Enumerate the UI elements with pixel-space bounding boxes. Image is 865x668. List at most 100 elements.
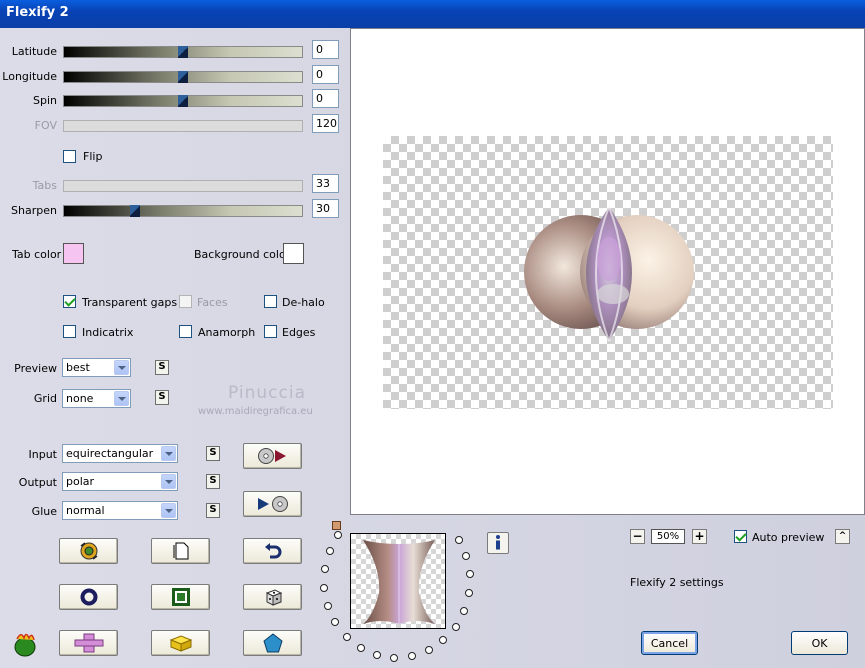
dial-dot[interactable] xyxy=(439,636,448,645)
dial-dot[interactable] xyxy=(407,652,416,661)
dial-dot[interactable] xyxy=(334,530,343,539)
dial-dot[interactable] xyxy=(323,601,332,610)
de-halo-checkbox[interactable] xyxy=(264,295,277,308)
output-s-button[interactable]: S xyxy=(206,474,220,489)
thumbnail-image xyxy=(361,538,437,628)
spin-slider[interactable] xyxy=(63,95,303,107)
ring-shape-button[interactable] xyxy=(59,584,118,610)
tabs-value-input[interactable]: 33 xyxy=(312,174,339,193)
input-select[interactable]: equirectangular xyxy=(62,444,178,463)
grid-select[interactable]: none xyxy=(62,389,131,408)
indicatrix-label: Indicatrix xyxy=(82,326,134,339)
input-label: Input xyxy=(28,448,57,461)
output-preset-button[interactable] xyxy=(243,491,302,517)
edges-label: Edges xyxy=(282,326,316,339)
sharpen-label: Sharpen xyxy=(11,204,57,217)
new-document-button[interactable] xyxy=(151,538,210,564)
background-color-label: Background color xyxy=(194,248,291,261)
preview-canvas[interactable] xyxy=(350,28,865,515)
sharpen-value-input[interactable]: 30 xyxy=(312,199,339,218)
tab-color-swatch[interactable] xyxy=(63,243,84,264)
dial-dot[interactable] xyxy=(342,632,351,641)
ok-button[interactable]: OK xyxy=(791,631,848,655)
watermark-name: Pinuccia xyxy=(228,383,306,403)
preview-label: Preview xyxy=(14,362,57,375)
tab-color-label: Tab color xyxy=(12,248,62,261)
faces-label: Faces xyxy=(197,296,228,309)
glue-label: Glue xyxy=(31,505,57,518)
preview-s-button[interactable]: S xyxy=(155,360,169,375)
dial-dot[interactable] xyxy=(390,653,399,662)
zoom-out-button[interactable]: − xyxy=(630,529,645,544)
input-select-value: equirectangular xyxy=(66,447,154,460)
dial-dot[interactable] xyxy=(451,623,460,631)
spin-label: Spin xyxy=(33,94,57,107)
glue-s-button[interactable]: S xyxy=(206,503,220,518)
dial-dot[interactable] xyxy=(331,618,340,627)
handle-square-icon[interactable] xyxy=(332,521,341,530)
dial-dot[interactable] xyxy=(462,552,471,561)
auto-preview-checkbox[interactable] xyxy=(734,530,747,543)
thumbnail-preview[interactable] xyxy=(350,533,446,629)
glue-select-value: normal xyxy=(66,504,105,517)
fov-value-input[interactable]: 120 xyxy=(312,114,339,133)
dial-dot[interactable] xyxy=(424,646,433,655)
latitude-slider-thumb[interactable] xyxy=(178,46,188,58)
output-select-value: polar xyxy=(66,475,95,488)
block-shape-button[interactable] xyxy=(151,630,210,656)
randomize-button[interactable] xyxy=(59,538,118,564)
random-dice-button[interactable] xyxy=(243,584,302,610)
grid-s-button[interactable]: S xyxy=(155,390,169,405)
dial-dot[interactable] xyxy=(465,589,474,598)
output-select[interactable]: polar xyxy=(62,472,178,491)
dial-dot[interactable] xyxy=(320,583,329,592)
watermark-url: www.maidiregrafica.eu xyxy=(198,406,313,417)
dial-dot[interactable] xyxy=(325,547,334,556)
fov-slider xyxy=(63,120,303,132)
zoom-in-button[interactable]: + xyxy=(692,529,707,544)
flip-checkbox[interactable] xyxy=(63,150,76,163)
spin-slider-thumb[interactable] xyxy=(178,95,188,107)
latitude-slider[interactable] xyxy=(63,46,303,58)
longitude-value-input[interactable]: 0 xyxy=(312,65,339,84)
sharpen-slider-thumb[interactable] xyxy=(130,205,141,217)
glue-select[interactable]: normal xyxy=(62,501,178,520)
longitude-slider[interactable] xyxy=(63,71,303,83)
anamorph-checkbox[interactable] xyxy=(179,325,192,338)
anamorph-label: Anamorph xyxy=(198,326,256,339)
cancel-button[interactable]: Cancel xyxy=(641,631,698,655)
auto-preview-label: Auto preview xyxy=(752,531,825,544)
latitude-value-input[interactable]: 0 xyxy=(312,40,339,59)
square-frame-button[interactable] xyxy=(151,584,210,610)
undo-button[interactable] xyxy=(243,538,302,564)
chevron-down-icon xyxy=(114,391,129,406)
dial-dot[interactable] xyxy=(372,651,381,660)
spin-value-input[interactable]: 0 xyxy=(312,89,339,108)
dial-dot[interactable] xyxy=(465,570,474,579)
tabs-label: Tabs xyxy=(32,179,57,192)
grid-select-value: none xyxy=(66,392,94,405)
dial-dot[interactable] xyxy=(356,643,365,652)
dial-dot[interactable] xyxy=(454,535,463,544)
transparent-gaps-checkbox[interactable] xyxy=(63,295,76,308)
zoom-level: 50% xyxy=(651,529,685,544)
input-preset-button[interactable] xyxy=(243,443,302,469)
plus-shape-button[interactable] xyxy=(59,630,118,656)
indicatrix-checkbox[interactable] xyxy=(63,325,76,338)
output-label: Output xyxy=(18,476,57,489)
chevron-down-icon xyxy=(161,474,176,489)
grid-label: Grid xyxy=(33,392,57,405)
preview-select[interactable]: best xyxy=(62,358,131,377)
input-s-button[interactable]: S xyxy=(206,446,220,461)
pentagon-shape-button[interactable] xyxy=(243,630,302,656)
info-button[interactable] xyxy=(487,532,509,554)
edges-checkbox[interactable] xyxy=(264,325,277,338)
collapse-up-button[interactable]: ^ xyxy=(835,529,850,544)
longitude-slider-thumb[interactable] xyxy=(178,71,188,83)
dial-dot[interactable] xyxy=(320,564,329,573)
faces-checkbox[interactable] xyxy=(179,295,192,308)
chevron-down-icon xyxy=(114,360,129,375)
sharpen-slider[interactable] xyxy=(63,205,303,217)
dial-dot[interactable] xyxy=(460,606,469,615)
background-color-swatch[interactable] xyxy=(283,243,304,264)
